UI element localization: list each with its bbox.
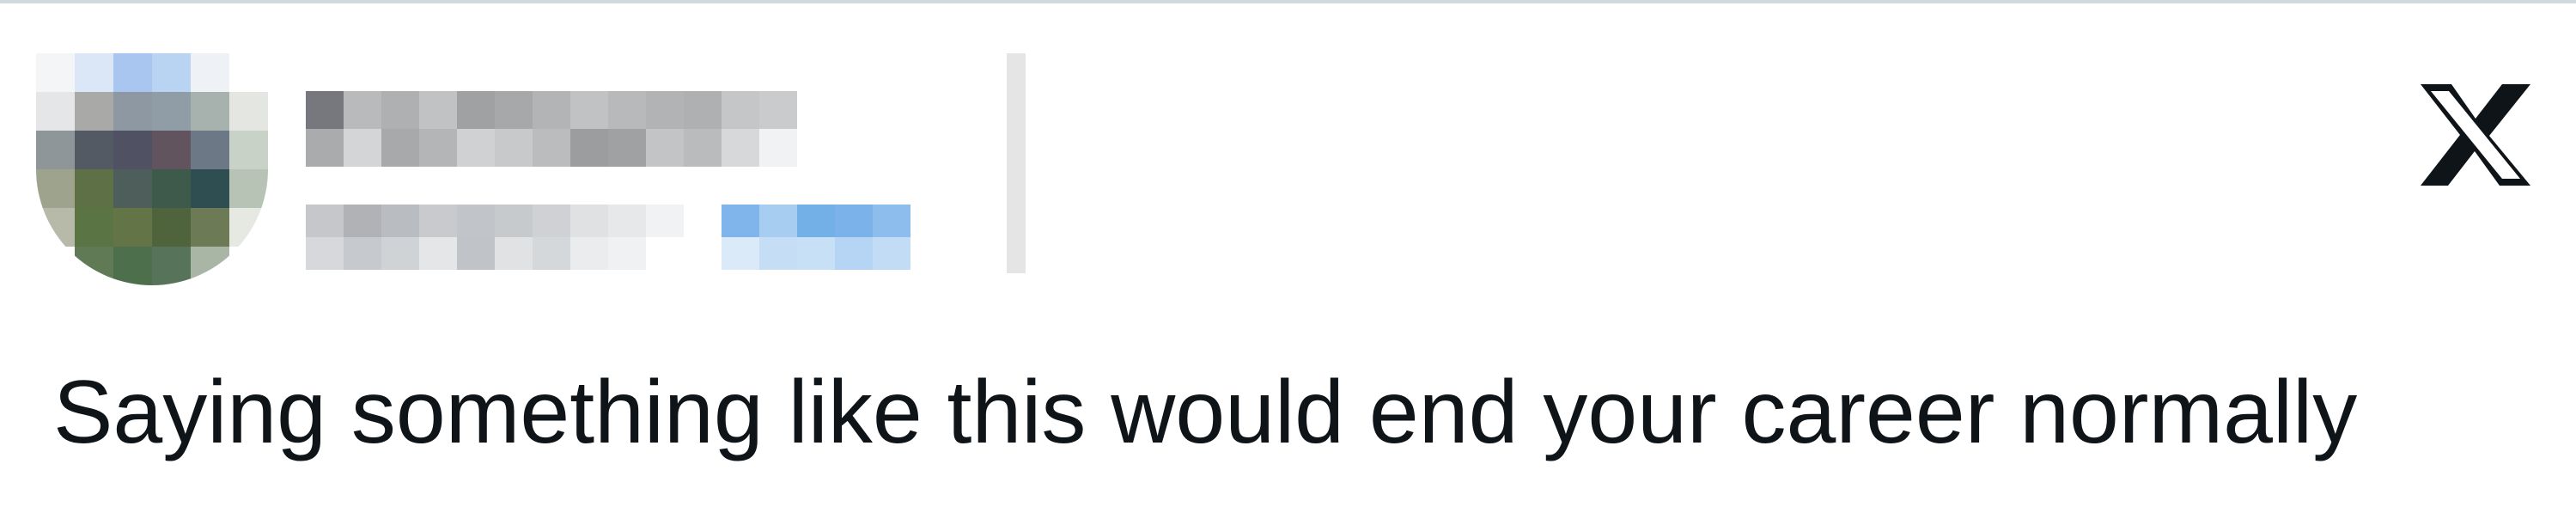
avatar[interactable]	[36, 53, 268, 285]
author-identity[interactable]	[306, 53, 1027, 273]
pixelated-handle-and-link	[306, 205, 1024, 270]
post-header	[0, 0, 2576, 309]
identity-divider	[1007, 53, 1026, 273]
x-logo-icon[interactable]	[2421, 84, 2530, 186]
pixelated-avatar-image	[36, 53, 268, 285]
embedded-post-card: Saying something like this would end you…	[0, 0, 2576, 513]
post-body-text: Saying something like this would end you…	[53, 363, 2358, 462]
pixelated-display-name	[306, 91, 835, 167]
